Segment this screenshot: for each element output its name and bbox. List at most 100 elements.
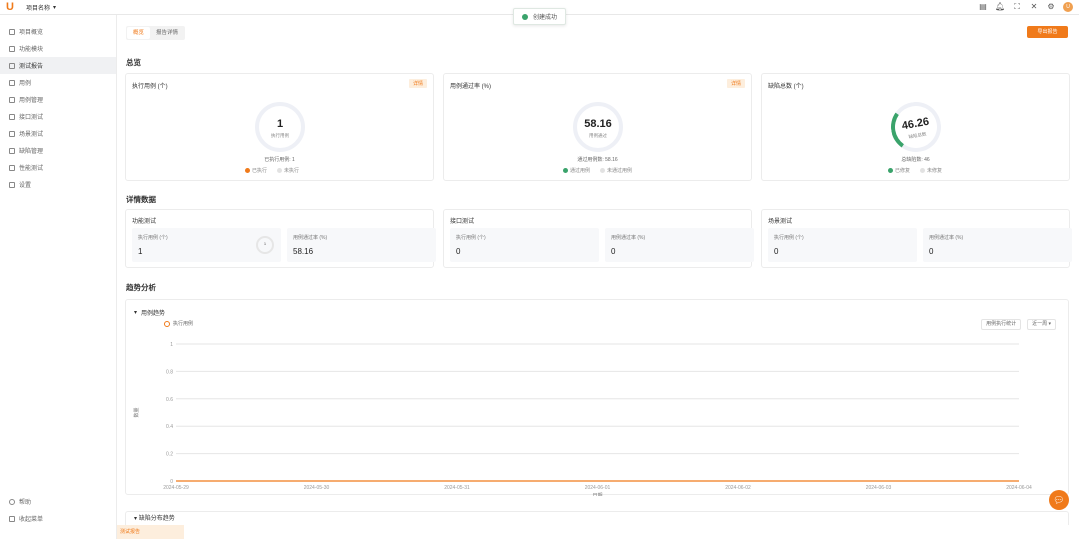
bottom-tag[interactable]: 测试报告 — [117, 525, 184, 539]
chart-legend[interactable]: 执行用例 — [164, 320, 193, 327]
legend-item[interactable]: 未修复 — [920, 167, 942, 174]
bell-icon[interactable]: 🔔︎ — [995, 2, 1005, 12]
sidebar-item-5[interactable]: 接口测试 — [0, 108, 116, 125]
ring-label: 执行用例 — [271, 133, 289, 138]
metric-value: 0 — [774, 247, 779, 256]
y-tick-label: 1 — [170, 342, 173, 348]
trend-chart: 00.20.40.60.812024-05-29 2024-05-30 2024-0… — [133, 342, 1032, 496]
metric-label: 执行用例 (个) — [774, 235, 804, 241]
sidebar-item-label: 用例管理 — [19, 98, 44, 104]
sidebar-item-7[interactable]: 缺陷管理 — [0, 142, 116, 159]
y-tick-label: 0.4 — [166, 424, 173, 430]
expand-icon[interactable]: ⛶ — [1012, 2, 1022, 12]
sidebar-collapse[interactable]: 收起菜单 — [0, 510, 117, 527]
details-title: 详情数据 — [126, 195, 156, 204]
toast-message: 创建成功 — [533, 15, 558, 21]
sidebar-item-4[interactable]: 用例管理 — [0, 91, 116, 108]
card-title: 执行用例 (个) — [132, 84, 168, 90]
sidebar-item-0[interactable]: 项目概览 — [0, 23, 116, 40]
sidebar-item-label: 功能模块 — [19, 47, 44, 53]
x-tick-label: 2024-06-04 — [1006, 485, 1032, 491]
card-legend: 通过用例 未通过用例 — [563, 167, 632, 174]
metric-value: 0 — [611, 247, 616, 256]
summary-card-0: 执行用例 (个) 详情 1 执行用例 已执行用例: 1 已执行 未执行 — [125, 73, 434, 181]
card-sub: 通过用例数: 58.16 — [577, 157, 618, 163]
detail-card-1: 接口测试执行用例 (个) 0 用例通过率 (%) 0 — [443, 209, 754, 268]
metric-label: 执行用例 (个) — [138, 235, 168, 241]
metric-value: 1 — [138, 247, 143, 256]
legend-dot — [563, 168, 568, 173]
sidebar-item-8[interactable]: 性能测试 — [0, 159, 116, 176]
x-tick-label: 2024-05-29 — [163, 485, 189, 491]
metric-box: 执行用例 (个) 0 — [768, 228, 917, 262]
ring-value: 58.16 — [584, 118, 612, 130]
stat-select[interactable]: 用例执行统计 — [981, 319, 1022, 330]
export-button[interactable]: 导出报告 — [1027, 26, 1068, 38]
close-icon[interactable]: ✕ — [1029, 2, 1039, 12]
chevron-down-icon: ▾ — [53, 4, 57, 11]
card-title: 场景测试 — [768, 219, 793, 225]
sidebar-item-3[interactable]: 用例 — [0, 74, 116, 91]
tab-detail[interactable]: 报告详情 — [150, 27, 184, 39]
sidebar-item-2[interactable]: 测试报告 — [0, 57, 116, 74]
sidebar-item-label: 用例 — [19, 81, 32, 87]
card-sub: 总缺陷数: 46 — [901, 157, 930, 163]
project-name: 项目名称 — [26, 5, 51, 12]
metric-label: 用例通过率 (%) — [929, 235, 964, 241]
progress-ring: 1 执行用例 — [255, 102, 305, 152]
range-select[interactable]: 近一周 ▾ — [1027, 319, 1056, 330]
api-icon — [9, 113, 15, 120]
legend-item[interactable]: 已修复 — [888, 167, 910, 174]
sidebar-item-label: 接口测试 — [19, 115, 44, 121]
user-icon — [9, 79, 15, 86]
y-axis-label: 数量 — [133, 407, 140, 417]
tab-overview[interactable]: 概览 — [127, 27, 151, 39]
legend-item[interactable]: 通过用例 — [563, 167, 590, 174]
caret-down-icon: ▾ — [134, 310, 138, 316]
trend-chart-card: ▾ 用例趋势 执行用例 用例执行统计 近一周 ▾ 0 0.2 0.4 0.6 0.8 1 2… — [125, 299, 1069, 496]
main-content: 概览 报告详情 导出报告 总览 执行用例 (个) 详情 1 执行用例 已执行用例: 1已… — [117, 15, 1079, 539]
trend-header[interactable]: ▾ 用例趋势 — [134, 308, 165, 317]
logo[interactable]: U — [6, 2, 16, 13]
legend-dot — [245, 168, 250, 173]
metric-box: 执行用例 (个) 0 — [450, 228, 599, 262]
legend-item[interactable]: 未通过用例 — [600, 167, 632, 174]
sidebar-item-label: 设置 — [19, 183, 32, 189]
metric-box: 用例通过率 (%) 0 — [923, 228, 1072, 262]
detail-tag[interactable]: 详情 — [726, 79, 745, 88]
defect-trend-header[interactable]: ▾ 缺陷分布趋势 — [125, 511, 1069, 525]
doc-icon[interactable]: ▤ — [978, 2, 988, 12]
project-selector[interactable]: 项目名称 ▾ — [26, 3, 56, 12]
sidebar-help[interactable]: 帮助 — [0, 493, 117, 510]
card-title: 接口测试 — [450, 219, 475, 225]
metric-label: 用例通过率 (%) — [611, 235, 646, 241]
avatar[interactable]: U — [1063, 2, 1073, 12]
metric-value: 58.16 — [293, 247, 314, 256]
sidebar-item-label: 缺陷管理 — [19, 149, 44, 155]
sidebar-item-1[interactable]: 功能模块 — [0, 40, 116, 57]
metric-value: 0 — [929, 247, 934, 256]
module-icon — [9, 45, 15, 52]
x-tick-label: 2024-06-03 — [866, 485, 892, 491]
gear-icon[interactable]: ⚙ — [1046, 2, 1056, 12]
legend-item[interactable]: 已执行 — [245, 167, 267, 174]
y-tick-label: 0.2 — [166, 452, 173, 458]
legend-label: 执行用例 — [173, 321, 194, 327]
card-legend: 已修复 未修复 — [888, 167, 942, 174]
card-title: 用例通过率 (%) — [450, 84, 491, 90]
y-tick-label: 0.6 — [166, 397, 173, 403]
chat-icon[interactable]: 💬︎ — [1049, 490, 1069, 510]
x-tick-label: 2024-06-02 — [725, 485, 751, 491]
card-title: 缺陷总数 (个) — [768, 84, 804, 90]
sidebar-item-9[interactable]: 设置 — [0, 176, 116, 193]
bug-icon — [9, 147, 15, 154]
settings-icon — [9, 181, 15, 188]
legend-dot — [920, 168, 926, 173]
summary-title: 总览 — [126, 58, 141, 67]
detail-tag[interactable]: 详情 — [408, 79, 427, 88]
caret-down-icon: ▾ — [134, 516, 138, 522]
progress-ring: 46.26 缺陷总数 — [887, 98, 945, 156]
legend-item[interactable]: 未执行 — [277, 167, 299, 174]
sidebar-item-6[interactable]: 场景测试 — [0, 125, 116, 142]
sidebar-item-label: 测试报告 — [19, 64, 44, 70]
